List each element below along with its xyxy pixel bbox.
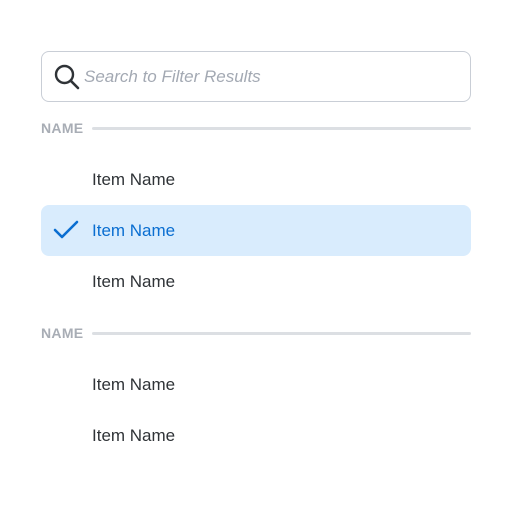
list-item[interactable]: Item Name <box>41 410 471 461</box>
section-divider <box>92 331 471 335</box>
item-list: Item Name Item Name Item Name <box>41 154 471 307</box>
section-label: NAME <box>41 325 84 341</box>
list-item[interactable]: Item Name <box>41 359 471 410</box>
section-label: NAME <box>41 120 84 136</box>
list-item[interactable]: Item Name <box>41 256 471 307</box>
item-label: Item Name <box>92 374 176 394</box>
item-label: Item Name <box>92 425 176 445</box>
item-label: Item Name <box>92 169 176 189</box>
checkmark-icon <box>53 220 79 239</box>
item-list: Item Name Item Name <box>41 359 471 461</box>
filter-list-panel: NAME Item Name Item Name Item Name NAME … <box>41 51 471 461</box>
list-item-selected[interactable]: Item Name <box>41 205 471 256</box>
search-box[interactable] <box>41 51 471 102</box>
section-header: NAME <box>41 115 471 141</box>
search-icon <box>54 64 80 89</box>
list-item[interactable]: Item Name <box>41 154 471 205</box>
search-input[interactable] <box>84 66 470 87</box>
item-label: Item Name <box>92 220 176 240</box>
section-header: NAME <box>41 320 471 346</box>
item-label: Item Name <box>92 271 176 291</box>
section-divider <box>92 126 471 130</box>
